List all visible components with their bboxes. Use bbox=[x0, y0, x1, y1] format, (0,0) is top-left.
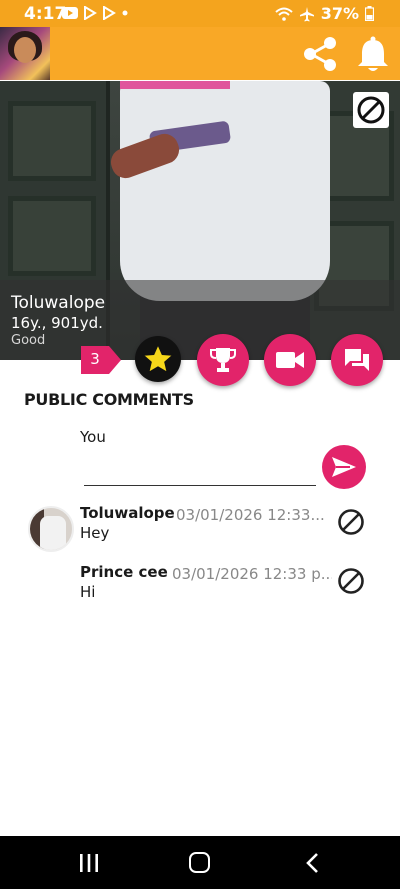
profile-name: Toluwalope bbox=[11, 293, 106, 313]
status-time: 4:17 bbox=[24, 4, 67, 24]
system-nav-bar bbox=[0, 836, 400, 889]
comment-date: 03/01/2026 12:33 p... bbox=[172, 565, 332, 583]
app-bar bbox=[0, 27, 400, 80]
profile-age-distance: 16y., 901yd. bbox=[11, 314, 103, 332]
block-icon bbox=[338, 568, 364, 594]
comment-author[interactable]: Toluwalope bbox=[80, 504, 175, 522]
send-icon bbox=[332, 457, 356, 477]
comment-avatar[interactable] bbox=[28, 506, 74, 552]
comment-input[interactable] bbox=[84, 458, 316, 486]
battery-level: 37% bbox=[320, 4, 359, 23]
notification-icons bbox=[62, 6, 129, 20]
chat-icon bbox=[345, 349, 369, 371]
back-icon[interactable] bbox=[305, 852, 319, 874]
block-comment-button[interactable] bbox=[337, 567, 365, 595]
airplane-icon bbox=[299, 6, 314, 21]
block-comment-button[interactable] bbox=[337, 508, 365, 536]
star-icon bbox=[142, 343, 174, 374]
battery-icon bbox=[365, 6, 374, 21]
video-call-button[interactable] bbox=[264, 334, 316, 386]
comment-item: Toluwalope 03/01/2026 12:33... Hey bbox=[0, 504, 400, 552]
trophy-icon bbox=[210, 348, 236, 372]
comment-date: 03/01/2026 12:33... bbox=[176, 506, 325, 524]
user-avatar[interactable] bbox=[0, 27, 50, 80]
home-icon[interactable] bbox=[189, 852, 210, 873]
compose-label: You bbox=[80, 428, 106, 446]
comment-text: Hey bbox=[80, 524, 110, 542]
wifi-icon bbox=[275, 7, 293, 21]
notifications-button[interactable] bbox=[355, 34, 391, 74]
recents-icon[interactable] bbox=[79, 854, 99, 872]
send-button[interactable] bbox=[322, 445, 366, 489]
block-icon bbox=[357, 96, 385, 124]
comment-text: Hi bbox=[80, 583, 96, 601]
profile-status: Good bbox=[11, 333, 46, 348]
system-icons: 37% bbox=[275, 4, 374, 23]
block-user-button[interactable] bbox=[353, 92, 389, 128]
block-icon bbox=[338, 509, 364, 535]
favorite-button[interactable] bbox=[135, 336, 181, 382]
trophy-button[interactable] bbox=[197, 334, 249, 386]
profile-photo[interactable]: Toluwalope 16y., 901yd. Good bbox=[0, 81, 400, 360]
comment-author[interactable]: Prince cee bbox=[80, 563, 168, 581]
play-icon bbox=[84, 6, 97, 20]
chat-button[interactable] bbox=[331, 334, 383, 386]
comment-item: Prince cee 03/01/2026 12:33 p... Hi bbox=[0, 563, 400, 611]
video-camera-icon bbox=[276, 352, 304, 368]
comments-heading: PUBLIC COMMENTS bbox=[24, 390, 194, 409]
youtube-icon bbox=[62, 7, 78, 19]
play-icon bbox=[103, 6, 116, 20]
share-button[interactable] bbox=[300, 34, 340, 74]
dot-icon bbox=[122, 10, 128, 16]
count-value: 3 bbox=[90, 350, 100, 368]
status-bar: 4:17 37% bbox=[0, 0, 400, 27]
share-icon bbox=[304, 37, 336, 71]
bell-icon bbox=[358, 36, 388, 71]
